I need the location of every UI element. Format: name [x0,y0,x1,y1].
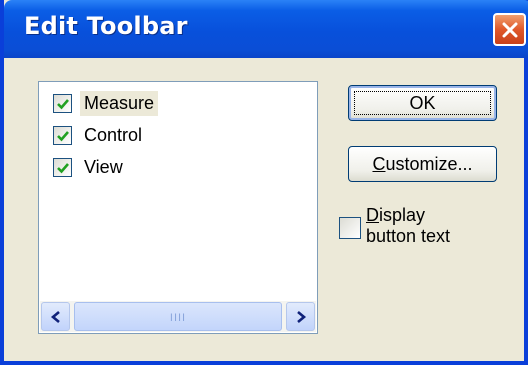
display-label-line2: button text [366,226,451,246]
customize-label-rest: ustomize... [385,153,473,174]
measure-checkbox[interactable] [53,93,72,113]
window-title: Edit Toolbar [24,12,188,40]
scroll-right-button[interactable] [286,302,315,331]
toolbar-list[interactable]: Measure Control View IIII [38,81,318,334]
list-item-measure[interactable]: Measure [53,89,159,117]
list-item-view[interactable]: View [53,153,127,181]
list-item-label: Control [84,124,143,145]
control-checkbox[interactable] [53,125,72,145]
check-icon [57,98,69,109]
close-button[interactable] [493,13,526,46]
view-checkbox[interactable] [53,157,72,177]
check-icon [57,130,69,141]
scroll-left-button[interactable] [41,302,70,331]
display-button-text-checkbox[interactable] [339,217,361,239]
focus-rect [354,91,491,115]
ok-button[interactable]: OK [348,85,497,121]
mnemonic-c: C [372,153,386,174]
close-icon [502,22,518,38]
title-bar: Edit Toolbar [4,0,528,58]
customize-button[interactable]: Customize... [348,146,497,182]
display-button-text-label[interactable]: Display button text [366,205,450,247]
display-label-line1-rest: isplay [379,205,426,225]
mnemonic-d: D [366,205,379,225]
horizontal-scrollbar[interactable]: IIII [40,301,316,332]
list-item-label: View [84,156,123,177]
list-item-control[interactable]: Control [53,121,146,149]
scroll-thumb[interactable]: IIII [74,302,282,331]
arrow-right-icon [297,311,307,323]
list-item-label: Measure [80,90,159,116]
customize-button-label: Customize... [372,154,472,175]
grip-icon: IIII [169,312,187,324]
arrow-left-icon [50,311,60,323]
edit-toolbar-dialog: Edit Toolbar Measure Control View IIII O… [0,0,528,365]
display-label-line1: Display [366,205,450,226]
check-icon [57,162,69,173]
